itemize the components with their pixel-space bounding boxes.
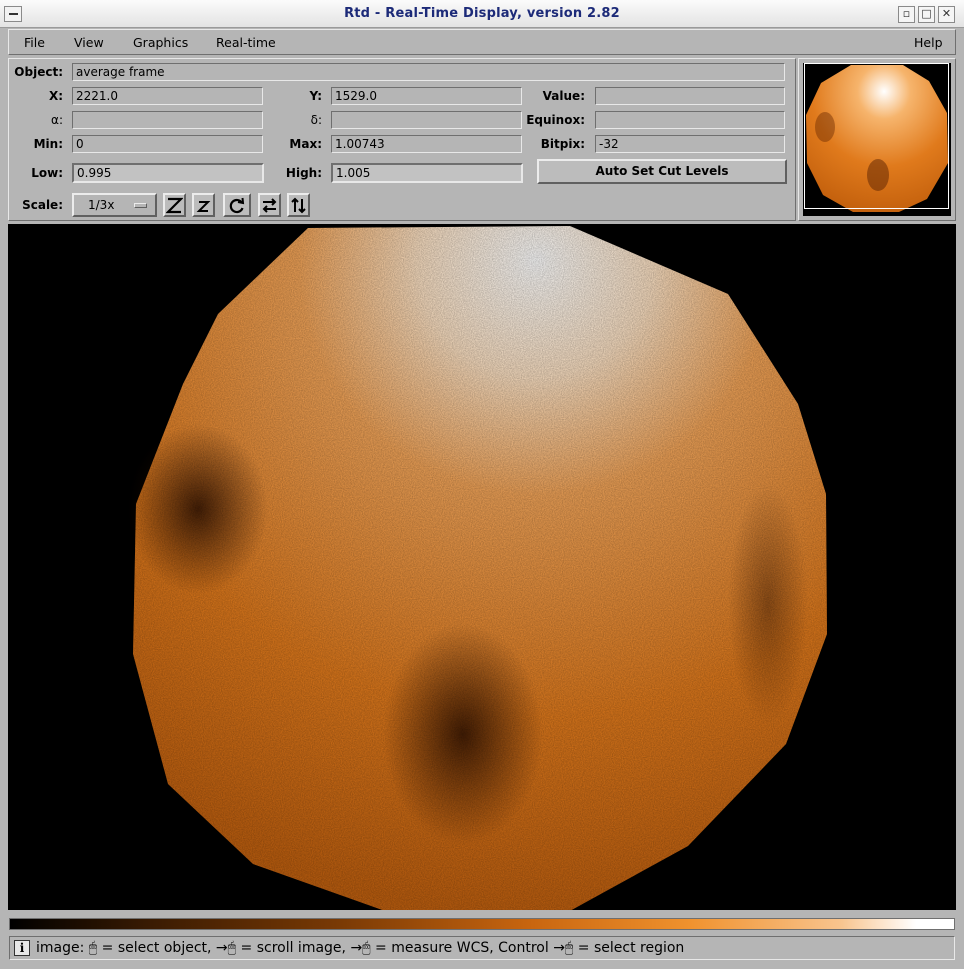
main-image [128,226,827,910]
max-label: Max: [289,137,322,151]
colorbar[interactable] [9,918,955,930]
scale-selector[interactable]: 1/3x [72,193,157,217]
value-field [595,87,785,105]
y-field: 1529.0 [331,87,522,105]
max-field: 1.00743 [331,135,522,153]
zoom-out-icon [196,201,211,212]
x-field: 2221.0 [72,87,263,105]
equinox-field [595,111,785,129]
flip-y-button[interactable] [287,193,310,217]
panner-view[interactable] [803,63,951,216]
rotate-icon [229,197,245,214]
delta-label: δ: [310,113,322,127]
alpha-label: α: [51,113,63,127]
x-label: X: [48,89,63,103]
status-part-1: = select object, [101,940,212,956]
menu-file[interactable]: File [24,35,45,50]
option-menu-indicator-icon [134,203,147,208]
y-label: Y: [309,89,322,103]
min-label: Min: [33,137,63,151]
status-part-2: = scroll image, [240,940,346,956]
mouse-drag-1-icon: →🖱 [215,940,237,956]
menu-view[interactable]: View [74,35,104,50]
scale-value: 1/3x [88,198,115,212]
minimize-button[interactable]: ▫ [898,6,915,23]
panner[interactable] [798,58,956,221]
image-canvas[interactable] [8,224,956,910]
info-icon: i [14,940,30,956]
mouse-drag-2-icon: →🖱 [350,940,371,956]
status-part-3: = measure WCS, Control [375,940,549,956]
mouse-button-1-icon: 🖱 [88,940,98,956]
flip-x-button[interactable] [258,193,281,217]
bitpix-field: -32 [595,135,785,153]
info-panel: Object: average frame X: 2221.0 Y: 1529.… [8,58,796,221]
menu-realtime[interactable]: Real-time [216,35,276,50]
flip-x-icon [262,198,277,213]
object-field: average frame [72,63,785,81]
value-label: Value: [542,89,585,103]
auto-set-cut-levels-button[interactable]: Auto Set Cut Levels [537,159,787,184]
object-label: Object: [14,65,63,79]
equinox-label: Equinox: [526,113,585,127]
high-label: High: [285,166,322,180]
low-label: Low: [31,166,63,180]
high-input[interactable]: 1.005 [331,163,523,183]
close-button[interactable]: ✕ [938,6,955,23]
status-text: image: 🖱 = select object, →🖱 = scroll im… [36,940,684,956]
zoom-out-button[interactable] [192,193,215,217]
maximize-button[interactable]: □ [918,6,935,23]
scale-label: Scale: [22,198,63,212]
status-part-4: = select region [577,940,685,956]
zoom-in-button[interactable] [163,193,186,217]
mouse-drag-3-icon: →🖱 [553,940,574,956]
low-input[interactable]: 0.995 [72,163,264,183]
bitpix-label: Bitpix: [540,137,585,151]
min-field: 0 [72,135,263,153]
menu-graphics[interactable]: Graphics [133,35,188,50]
alpha-field [72,111,263,129]
rotate-button[interactable] [223,193,251,217]
window-titlebar[interactable]: Rtd - Real-Time Display, version 2.82 ▫ … [0,0,964,28]
status-prefix: image: [36,940,85,956]
status-bar: i image: 🖱 = select object, →🖱 = scroll … [9,936,955,960]
menu-help[interactable]: Help [914,35,943,50]
window-title: Rtd - Real-Time Display, version 2.82 [344,6,620,21]
flip-y-icon [291,197,306,214]
zoom-in-icon [166,197,183,214]
delta-field [331,111,522,129]
panner-view-frame[interactable] [804,63,949,209]
menu-bar: File View Graphics Real-time Help [8,29,956,55]
